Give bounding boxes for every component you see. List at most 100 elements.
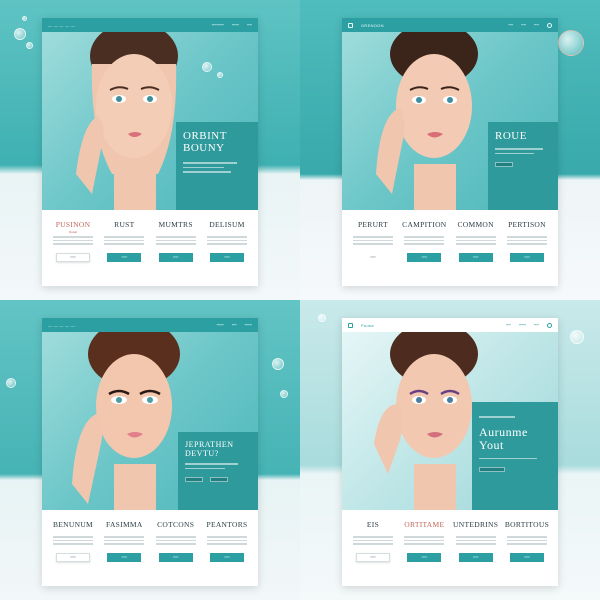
- promo-title: JEPRATHEN DEVTU?: [185, 440, 234, 458]
- nav-link[interactable]: ━━: [232, 323, 237, 327]
- column-subtitle: [204, 530, 250, 534]
- text-line: [185, 467, 225, 469]
- menu-icon[interactable]: [348, 22, 353, 28]
- nav-link[interactable]: ━━: [521, 23, 526, 27]
- text-line: [404, 539, 445, 541]
- text-line: [506, 536, 547, 538]
- promo-box: Aurunme Yout: [472, 402, 558, 510]
- nav-link[interactable]: ━━━: [519, 323, 526, 327]
- text-line: [53, 536, 93, 538]
- text-line: [353, 243, 393, 245]
- column-button[interactable]: ━━━: [158, 552, 193, 562]
- mockup-panel-1: — — — — — ━━━━━ ━━━ ━━ ORBINT BOUNY PUSI…: [0, 0, 300, 300]
- text-line: [155, 539, 196, 541]
- text-line: [404, 236, 445, 238]
- nav-link[interactable]: ━━━━━: [212, 23, 224, 27]
- column-button[interactable]: ━━━: [509, 252, 544, 262]
- column-subtitle: [350, 530, 396, 534]
- nav-link[interactable]: ━━━: [217, 323, 224, 327]
- column-title: PERURT: [357, 220, 389, 229]
- website-card: — — — — — ━━━━━ ━━━ ━━ ORBINT BOUNY PUSI…: [42, 18, 258, 286]
- column-button[interactable]: ━━━: [458, 252, 493, 262]
- brand-logo[interactable]: — — — — —: [48, 23, 75, 28]
- bubble-decoration: [217, 72, 223, 78]
- search-icon[interactable]: [547, 322, 552, 328]
- promo-button[interactable]: [185, 477, 203, 482]
- nav-link[interactable]: ━━: [247, 23, 252, 27]
- column-title: BENUNUM: [52, 520, 94, 529]
- brand-logo[interactable]: ORENOON: [361, 23, 384, 28]
- nav-link[interactable]: ━━: [509, 23, 514, 27]
- nav-link[interactable]: ━━: [534, 23, 539, 27]
- promo-button[interactable]: [495, 162, 513, 167]
- column-subtitle: [401, 230, 447, 234]
- hero-section: JEPRATHEN DEVTU?: [42, 332, 258, 510]
- column-button[interactable]: ━━━: [209, 552, 244, 562]
- bubble-decoration: [570, 330, 584, 344]
- text-line: [353, 539, 393, 541]
- model-portrait: [76, 32, 178, 210]
- text-line: [155, 239, 196, 241]
- promo-button[interactable]: [210, 477, 229, 482]
- brand-logo[interactable]: Pousa: [361, 323, 374, 328]
- bubble-decoration: [318, 314, 326, 322]
- column-title: PEANTORS: [206, 520, 248, 529]
- hero-section: ROUE: [342, 32, 558, 210]
- column-button[interactable]: ━━━: [509, 552, 544, 562]
- text-line: [206, 536, 247, 538]
- text-line: [53, 236, 93, 238]
- column-button[interactable]: ━━━: [56, 252, 90, 262]
- text-line: [353, 536, 393, 538]
- column-button[interactable]: ━━━: [407, 552, 442, 562]
- column-button[interactable]: ━━━: [356, 552, 390, 562]
- column-title: MUMTRS: [158, 220, 193, 229]
- column-subtitle: [50, 530, 96, 534]
- text-line: [479, 457, 537, 459]
- text-line: [495, 152, 535, 154]
- feature-column: PEANTORS ━━━: [204, 520, 250, 562]
- promo-button[interactable]: [479, 467, 505, 472]
- text-line: [206, 539, 247, 541]
- column-button[interactable]: ━━━: [107, 252, 142, 262]
- column-button[interactable]: ━━━: [158, 252, 193, 262]
- feature-column: PERURT ━━━: [350, 220, 396, 262]
- column-subtitle: [204, 230, 250, 234]
- column-button[interactable]: ━━━: [107, 552, 142, 562]
- top-nav-bar: — — — — — ━━━ ━━ ━━━: [42, 318, 258, 332]
- menu-icon[interactable]: [348, 322, 353, 328]
- column-title: DELISUM: [209, 220, 245, 229]
- feature-column: BENUNUM ━━━: [50, 520, 96, 562]
- search-icon[interactable]: [547, 22, 552, 28]
- bubble-decoration: [558, 30, 584, 56]
- text-line: [53, 539, 93, 541]
- column-button[interactable]: ━━━: [356, 252, 390, 262]
- top-nav-bar: — — — — — ━━━━━ ━━━ ━━: [42, 18, 258, 32]
- column-subtitle: Retail: [69, 230, 77, 234]
- brand-logo[interactable]: — — — — —: [48, 323, 75, 328]
- text-line: [495, 148, 543, 150]
- text-line: [479, 416, 515, 418]
- promo-box: ROUE: [488, 122, 558, 210]
- text-line: [455, 536, 496, 538]
- nav-link[interactable]: ━━: [534, 323, 539, 327]
- text-line: [455, 539, 496, 541]
- column-button[interactable]: ━━━: [56, 552, 90, 562]
- nav-link[interactable]: ━━: [506, 323, 511, 327]
- column-title: ORTITAME: [404, 520, 445, 529]
- bubble-decoration: [22, 16, 27, 21]
- column-title: PERTISON: [508, 220, 546, 229]
- feature-column: COMMON ━━━: [453, 220, 499, 262]
- model-portrait: [72, 332, 180, 510]
- column-button[interactable]: ━━━: [407, 252, 442, 262]
- column-title: EIS: [366, 520, 380, 529]
- bubble-decoration: [202, 62, 212, 72]
- nav-link[interactable]: ━━━: [245, 323, 252, 327]
- feature-column: UNTEDRINS ━━━: [453, 520, 499, 562]
- nav-link[interactable]: ━━━: [232, 23, 239, 27]
- column-button[interactable]: ━━━: [209, 252, 244, 262]
- text-line: [353, 543, 393, 545]
- text-line: [104, 239, 145, 241]
- text-line: [53, 543, 93, 545]
- column-title: UNTEDRINS: [453, 520, 499, 529]
- column-button[interactable]: ━━━: [458, 552, 493, 562]
